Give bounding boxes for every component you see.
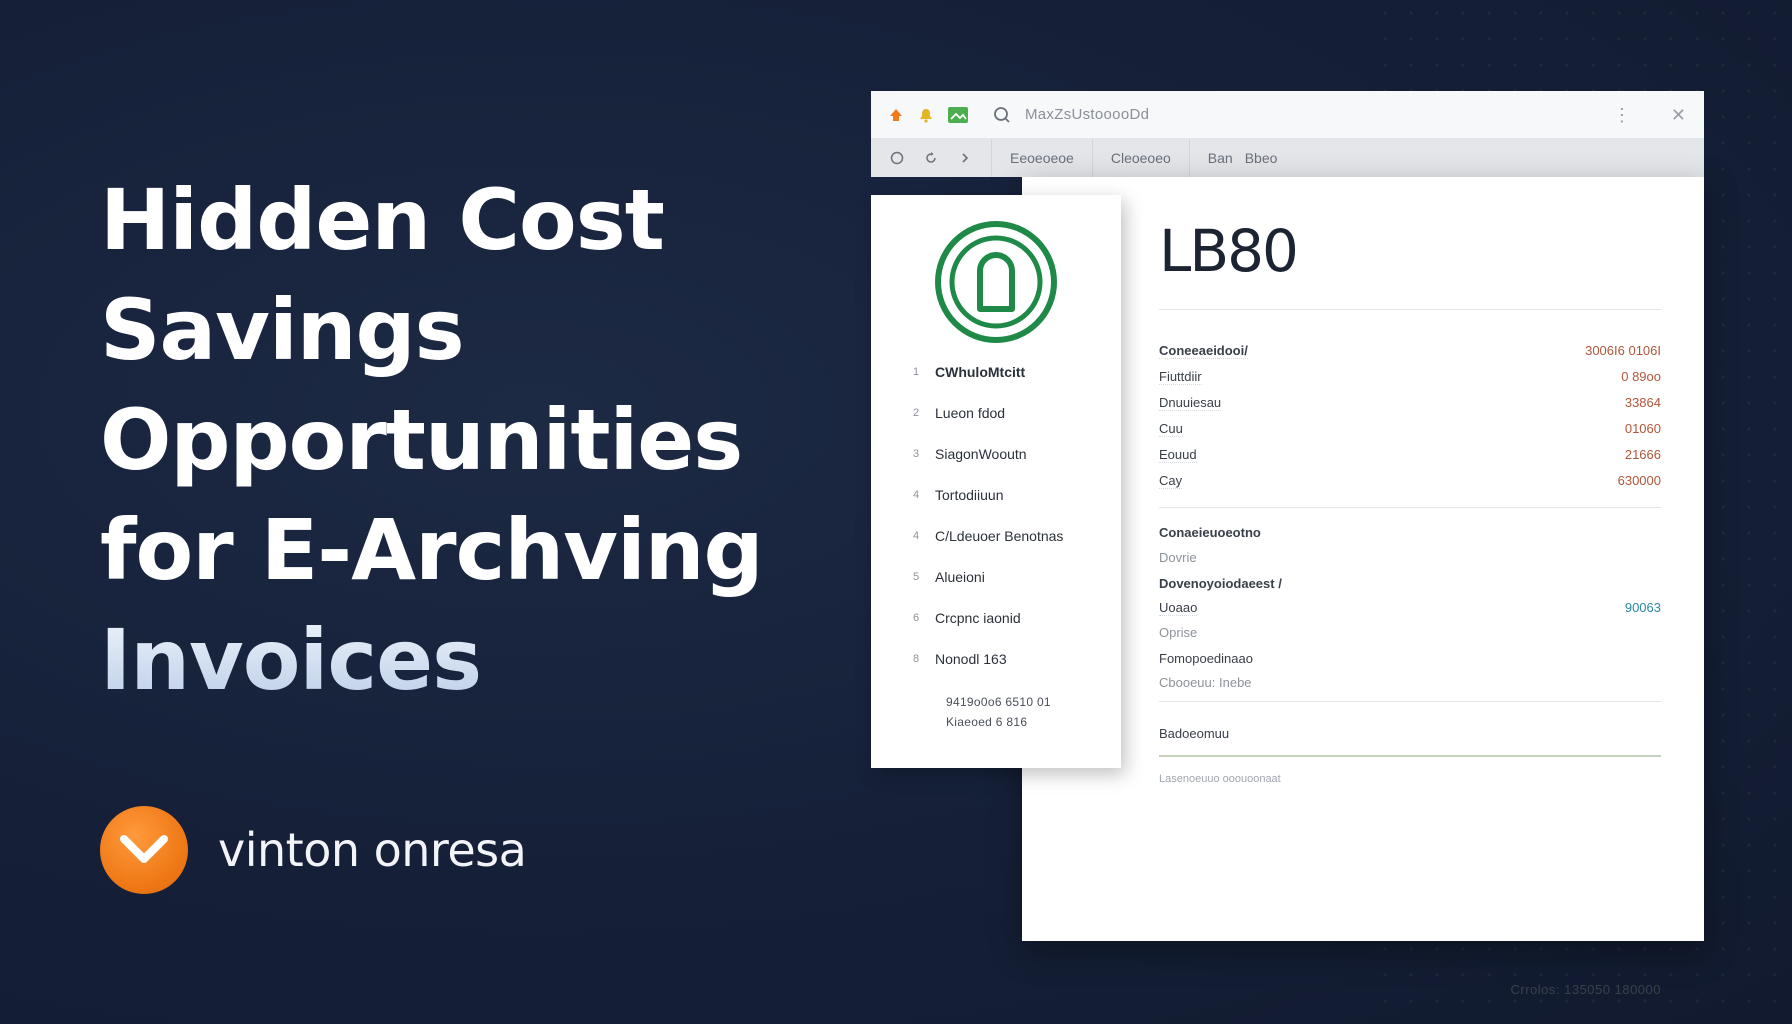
headline: Hidden Cost Savings Opportunities for E-…: [100, 165, 820, 715]
sidebar-item[interactable]: 3 SiagonWooutn: [913, 446, 1027, 462]
more-options-icon[interactable]: ⋮: [1613, 105, 1631, 126]
home-icon[interactable]: [887, 106, 905, 124]
sidebar-panel: 1 CWhuloMtcitt 2 Lueon fdod 3 SiagonWoou…: [871, 195, 1121, 768]
section-sub: Cbooeuu: Inebe: [1159, 675, 1252, 690]
headline-line-1: Hidden Cost: [100, 171, 665, 269]
invoice-document: LB80 Coneeaeidooi/ 3006I6 0106I Fiuttdii…: [1022, 177, 1704, 997]
divider-line: [1159, 755, 1661, 757]
table-row: Fiuttdiir 0 89oo: [1159, 369, 1661, 385]
section-heading: Conaeieuoeotno: [1159, 525, 1261, 540]
url-text: MaxZsUstooooDd: [1025, 106, 1150, 123]
toolbar-menu-item-1[interactable]: Eeoeoeoe: [991, 139, 1092, 177]
table-row: Dnuuiesau 33864: [1159, 395, 1661, 411]
headline-line-2: Savings: [100, 281, 465, 379]
document-title: LB80: [1159, 217, 1299, 285]
toolbar-menu-item-3[interactable]: Ban: [1188, 139, 1239, 177]
headline-line-3: Opportunities: [100, 391, 743, 489]
headline-accent-line: Invoices: [100, 605, 820, 715]
forward-icon[interactable]: [957, 150, 973, 166]
sidebar-item[interactable]: 5 Alueioni: [913, 569, 985, 585]
sidebar-item[interactable]: 2 Lueon fdod: [913, 405, 1005, 421]
bell-icon[interactable]: [917, 106, 935, 124]
sidebar-item[interactable]: 1 CWhuloMtcitt: [913, 364, 1025, 380]
seal-logo-icon: [935, 221, 1057, 343]
browser-window: MaxZsUstooooDd ⋮ ✕ Eeoeoeoe Cleoeoeo Ban…: [871, 91, 1704, 997]
back-icon[interactable]: [889, 150, 905, 166]
footnote: Lasenoeuuo ooouoonaat: [1159, 773, 1281, 785]
address-bar[interactable]: MaxZsUstooooDd: [993, 106, 1149, 124]
table-row: Coneeaeidooi/ 3006I6 0106I: [1159, 343, 1661, 359]
toolbar: Eeoeoeoe Cleoeoeo Ban Bbeo: [871, 139, 1704, 177]
section-sub: Oprise: [1159, 625, 1198, 640]
sidebar-note: 9419o0o6 6510 01: [946, 695, 1051, 709]
sidebar-item[interactable]: 8 Nonodl 163: [913, 651, 1007, 667]
document-total: Crrolos: 135050 180000: [1510, 982, 1661, 997]
divider: [1159, 701, 1661, 702]
window-controls: ⋮ ✕: [1613, 91, 1686, 139]
divider: [1159, 507, 1661, 508]
search-icon: [994, 106, 1010, 123]
sidebar-item[interactable]: 6 Crcpnc iaonid: [913, 610, 1021, 626]
close-icon[interactable]: ✕: [1671, 105, 1686, 126]
table-row: Eouud 21666: [1159, 447, 1661, 463]
title-bar: MaxZsUstooooDd ⋮ ✕: [871, 91, 1704, 139]
section-heading: Fomopoedinaao: [1159, 651, 1253, 666]
toolbar-menu-item-4[interactable]: Bbeo: [1239, 139, 1296, 177]
sidebar-note: Kiaeoed 6 816: [946, 715, 1028, 729]
brand-name: vinton onresa: [218, 823, 527, 877]
chevron-down-icon: [120, 835, 168, 863]
brand: vinton onresa: [100, 806, 527, 894]
table-row: Uoaao 90063: [1159, 600, 1661, 616]
section-heading: Dovenoyoiodaeest /: [1159, 576, 1282, 591]
sidebar-item[interactable]: 4 C/Ldeuoer Benotnas: [913, 528, 1063, 544]
table-row: Cuu 01060: [1159, 421, 1661, 437]
sidebar-item[interactable]: 4 Tortodiiuun: [913, 487, 1004, 503]
section-heading: Badoeomuu: [1159, 726, 1230, 741]
toolbar-menu-item-2[interactable]: Cleoeoeo: [1091, 139, 1189, 177]
headline-line-4: for E-Archving: [100, 501, 764, 599]
brand-logo: [100, 806, 188, 894]
table-row: Cay 630000: [1159, 473, 1661, 489]
divider: [1159, 309, 1661, 310]
image-icon[interactable]: [947, 106, 969, 124]
refresh-icon[interactable]: [923, 150, 939, 166]
section-sub: Dovrie: [1159, 550, 1197, 565]
